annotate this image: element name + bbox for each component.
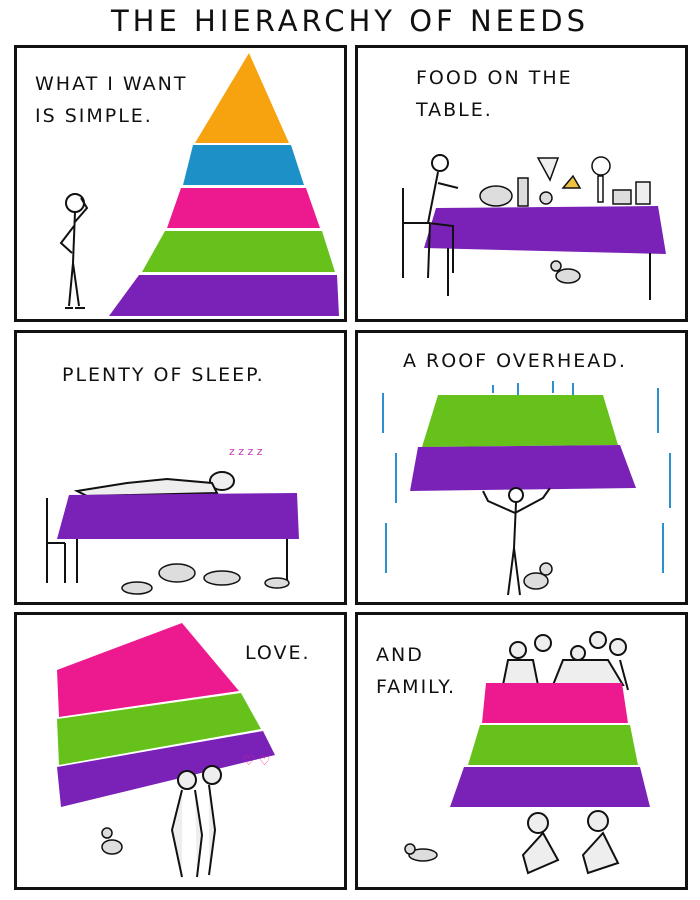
family-tier-pink [482, 683, 628, 723]
pyramid-tier-pink [167, 188, 320, 228]
purple-table [57, 493, 299, 539]
pyramid-tier-orange [195, 53, 289, 143]
embracing-couple [170, 765, 222, 878]
love-illustration: ♡ ♡ [57, 623, 275, 878]
panel-food-on-the-table: FOOD ON THE TABLE. [355, 45, 688, 322]
roof-tier-purple [410, 445, 636, 491]
floor-debris [121, 563, 290, 595]
sleeping-person [73, 471, 235, 498]
table-legs [447, 248, 651, 300]
dog-figure [404, 843, 438, 862]
panel-a-roof-overhead: A ROOF OVERHEAD. [355, 330, 688, 605]
pyramid-tier-purple [109, 275, 339, 316]
family-on-top [501, 631, 629, 691]
panel-and-family: AND FAMILY. [355, 612, 688, 890]
pyramid-tier-green [142, 231, 335, 272]
sleeping-illustration: z z z z [46, 445, 299, 595]
panel-love: LOVE. ♡ ♡ [14, 612, 347, 890]
panel-what-i-want: WHAT I WANT IS SIMPLE. [14, 45, 347, 322]
full-pyramid-illustration [59, 53, 339, 316]
purple-table [424, 206, 666, 254]
supporting-people [521, 810, 620, 875]
roof-illustration [382, 381, 671, 596]
pyramid-tier-blue [183, 145, 304, 185]
dining-table-illustration [402, 154, 666, 300]
person-figure [59, 193, 89, 309]
family-tier-green [468, 725, 638, 765]
family-tier-purple [450, 767, 650, 807]
comic-title: THE HIERARCHY OF NEEDS [110, 4, 590, 38]
food-items [479, 156, 651, 207]
family-illustration [404, 631, 650, 875]
heart-marks: ♡ ♡ [243, 754, 270, 769]
snore-marks: z z z z [229, 445, 263, 458]
dog-figure [523, 562, 553, 590]
panel-plenty-of-sleep: PLENTY OF SLEEP. z z z z [14, 330, 347, 605]
dog-figure [101, 827, 123, 855]
dog-figure [550, 260, 581, 284]
roof-tier-green [422, 395, 618, 447]
